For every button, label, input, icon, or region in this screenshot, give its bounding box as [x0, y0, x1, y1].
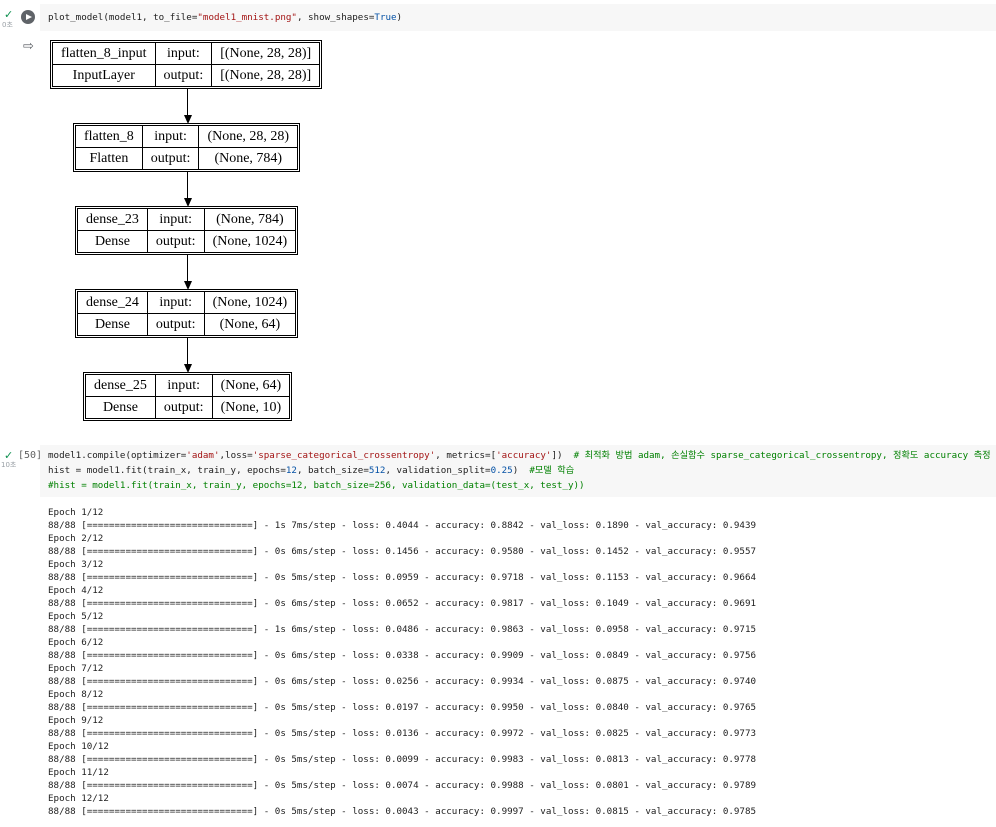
code-token: #모델 학습	[529, 465, 575, 476]
node-output-label: output:	[141, 147, 200, 170]
code-token: )	[512, 465, 530, 476]
epoch-progress-line: 88/88 [==============================] -…	[48, 572, 757, 583]
edge-arrowhead	[183, 115, 192, 124]
epoch-progress-line: 88/88 [==============================] -…	[48, 728, 757, 739]
code-token: 512	[368, 465, 386, 476]
node-input-label: input:	[146, 291, 205, 314]
edge-line	[186, 89, 188, 116]
code-token: ,loss=	[219, 450, 253, 461]
epoch-progress-line: 88/88 [==============================] -…	[48, 676, 757, 687]
epoch-header: Epoch 12/12	[48, 793, 109, 804]
code-token: , validation_split=	[385, 465, 491, 476]
epoch-header: Epoch 3/12	[48, 559, 104, 570]
epoch-header: Epoch 9/12	[48, 715, 104, 726]
edge-line	[186, 255, 188, 282]
epoch-progress-line: 88/88 [==============================] -…	[48, 650, 757, 661]
epoch-header: Epoch 7/12	[48, 663, 104, 674]
code-cell-train: ✓ 10초 [50] model1.compile(optimizer='ada…	[0, 440, 996, 827]
epoch-progress-line: 88/88 [==============================] -…	[48, 780, 757, 791]
node-name: flatten_8_input	[52, 42, 156, 65]
cell-output: Epoch 1/12 88/88 [=======================…	[48, 506, 756, 818]
node-input-label: input:	[154, 42, 213, 65]
code-token: , batch_size=	[296, 465, 369, 476]
node-output-label: output:	[146, 313, 205, 336]
graph-node: dense_23 input: (None, 784) Dense output: (N…	[74, 206, 299, 255]
epoch-progress-line: 88/88 [==============================] -…	[48, 520, 757, 531]
epoch-header: Epoch 2/12	[48, 533, 104, 544]
node-output-shape: [(None, 28, 28)]	[211, 64, 321, 87]
code-token: ])	[551, 450, 574, 461]
node-output-label: output:	[146, 230, 205, 253]
code-token: hist = model1.fit(train_x, train_y, epoc…	[48, 465, 286, 476]
node-name: flatten_8	[75, 125, 143, 148]
epoch-progress-line: 88/88 [==============================] -…	[48, 546, 757, 557]
node-input-label: input:	[146, 208, 205, 231]
code-line: hist = model1.fit(train_x, train_y, epoc…	[48, 463, 991, 478]
node-input-shape: [(None, 28, 28)]	[211, 42, 321, 65]
epoch-header: Epoch 4/12	[48, 585, 104, 596]
epoch-header: Epoch 1/12	[48, 507, 104, 518]
node-input-shape: (None, 28, 28)	[198, 125, 299, 148]
epoch-progress-line: 88/88 [==============================] -…	[48, 806, 757, 817]
code-token: model1.compile(optimizer=	[48, 450, 187, 461]
exec-count-prompt: [50]	[18, 450, 43, 461]
code-token: 0.25	[490, 465, 513, 476]
code-token: #hist = model1.fit(train_x, train_y, epo…	[48, 480, 585, 491]
epoch-header: Epoch 8/12	[48, 689, 104, 700]
code-token: 'adam'	[186, 450, 220, 461]
graph-node: dense_25 input: (None, 64) Dense output: (No…	[82, 372, 293, 421]
edge-line	[186, 172, 188, 199]
exec-time: 10초	[1, 461, 17, 469]
model-graph: flatten_8_input input: [(None, 28, 28)] In…	[0, 0, 996, 440]
epoch-header: Epoch 10/12	[48, 741, 109, 752]
edge-line	[186, 338, 188, 365]
epoch-progress-line: 88/88 [==============================] -…	[48, 702, 757, 713]
node-output-label: output:	[154, 64, 213, 87]
code-line: #hist = model1.fit(train_x, train_y, epo…	[48, 478, 991, 493]
node-type: Flatten	[75, 147, 143, 170]
code-editor[interactable]: model1.compile(optimizer='adam',loss='sp…	[40, 445, 996, 497]
code-token: # 최적화 방법 adam, 손실함수 sparse_categorical_c…	[573, 450, 991, 461]
epoch-progress-line: 88/88 [==============================] -…	[48, 598, 757, 609]
node-name: dense_24	[77, 291, 148, 314]
node-type: Dense	[77, 230, 148, 253]
edge-arrowhead	[183, 364, 192, 373]
node-input-shape: (None, 784)	[203, 208, 297, 231]
code-token: 'sparse_categorical_crossentropy'	[252, 450, 436, 461]
node-output-shape: (None, 1024)	[203, 230, 297, 253]
epoch-header: Epoch 6/12	[48, 637, 104, 648]
node-output-shape: (None, 10)	[211, 396, 291, 419]
graph-node: dense_24 input: (None, 1024) Dense output:(…	[74, 289, 299, 338]
epoch-header: Epoch 5/12	[48, 611, 104, 622]
node-input-shape: (None, 64)	[211, 374, 291, 397]
node-name: dense_23	[77, 208, 148, 231]
node-output-shape: (None, 64)	[203, 313, 297, 336]
epoch-header: Epoch 11/12	[48, 767, 109, 778]
node-type: Dense	[85, 396, 156, 419]
epoch-progress-line: 88/88 [==============================] -…	[48, 624, 757, 635]
code-token: , metrics=[	[435, 450, 497, 461]
epoch-progress-line: 88/88 [==============================] -…	[48, 754, 757, 765]
graph-node: flatten_8 input: (None, 28, 28) Flatten out…	[72, 123, 301, 172]
node-name: dense_25	[85, 374, 156, 397]
code-line: model1.compile(optimizer='adam',loss='sp…	[48, 448, 991, 463]
node-input-shape: (None, 1024)	[203, 291, 297, 314]
node-output-shape: (None, 784)	[198, 147, 299, 170]
code-cell-plot-model: ✓ 0초 plot_model(model1, to_file="model1_…	[0, 0, 996, 440]
node-type: Dense	[77, 313, 148, 336]
node-type: InputLayer	[52, 64, 156, 87]
graph-node: flatten_8_input input: [(None, 28, 28)] In…	[49, 40, 323, 89]
node-input-label: input:	[141, 125, 200, 148]
edge-arrowhead	[183, 281, 192, 290]
edge-arrowhead	[183, 198, 192, 207]
code-token: 'accuracy'	[496, 450, 552, 461]
code-token: 12	[285, 465, 297, 476]
node-output-label: output:	[154, 396, 213, 419]
node-input-label: input:	[154, 374, 213, 397]
code-lines: model1.compile(optimizer='adam',loss='sp…	[48, 448, 991, 493]
